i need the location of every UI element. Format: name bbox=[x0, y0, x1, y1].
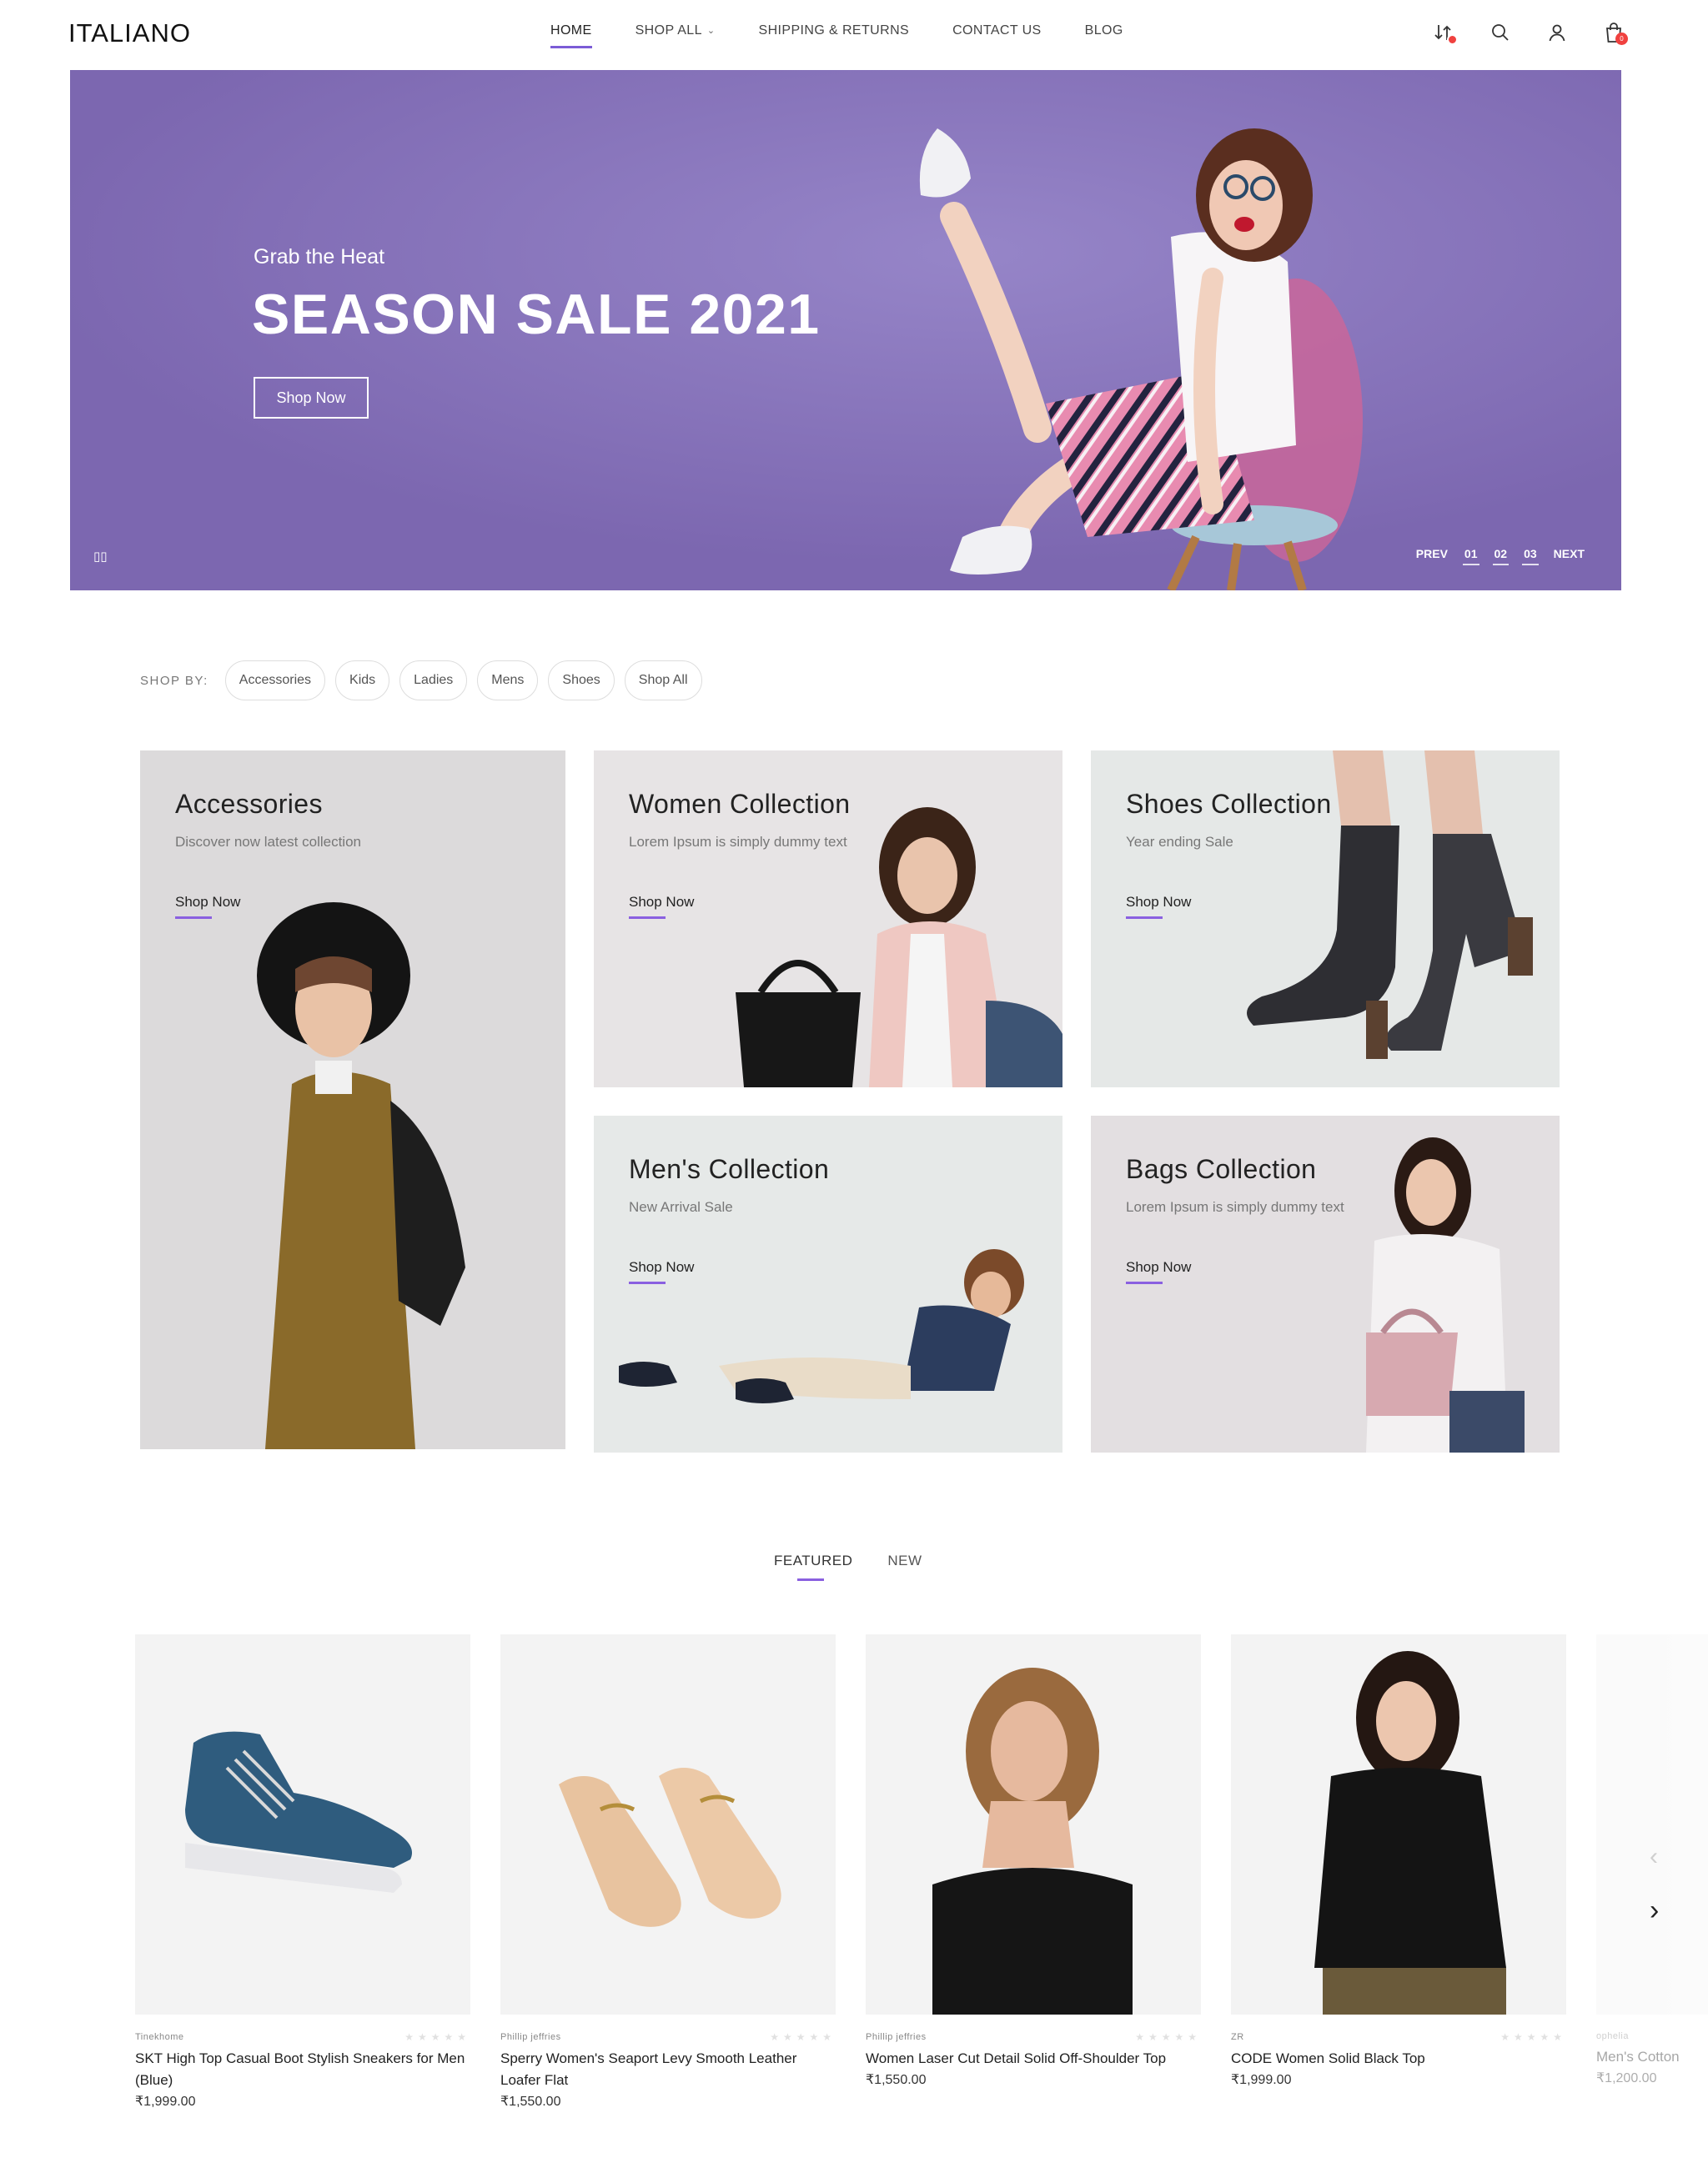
user-icon[interactable] bbox=[1543, 18, 1571, 47]
product-card[interactable]: ZR ★★★★★ CODE Women Solid Black Top ₹1,99… bbox=[1231, 1634, 1566, 2088]
nav-contact-us[interactable]: CONTACT US bbox=[952, 23, 1042, 48]
rating-stars: ★★★★★ bbox=[1135, 2031, 1201, 2043]
hero-page-2[interactable]: 02 bbox=[1492, 547, 1509, 565]
chip-shop-all[interactable]: Shop All bbox=[624, 660, 702, 700]
collection-title: Shoes Collection bbox=[1126, 789, 1332, 819]
product-price: ₹1,999.00 bbox=[135, 2095, 196, 2109]
product-image[interactable] bbox=[500, 1634, 836, 2015]
rating-stars: ★★★★★ bbox=[404, 2031, 470, 2043]
product-tabs: FEATURED NEW bbox=[774, 1553, 922, 1581]
cart-badge: 0 bbox=[1615, 33, 1628, 45]
chevron-down-icon: ⌄ bbox=[706, 26, 716, 36]
black-top-image bbox=[1314, 1651, 1506, 2015]
hero-shop-now-button[interactable]: Shop Now bbox=[254, 377, 369, 419]
collection-shop-now-link[interactable]: Shop Now bbox=[175, 894, 240, 919]
collection-card-accessories[interactable]: Accessories Discover now latest collecti… bbox=[140, 750, 565, 1449]
product-brand: Tinekhome bbox=[135, 2032, 184, 2042]
collection-card-shoes[interactable]: Shoes Collection Year ending Sale Shop N… bbox=[1091, 750, 1560, 1087]
product-name[interactable]: Women Laser Cut Detail Solid Off-Shoulde… bbox=[866, 2048, 1201, 2070]
product-image[interactable] bbox=[866, 1634, 1201, 2015]
collection-title: Women Collection bbox=[629, 789, 851, 819]
compare-icon[interactable] bbox=[1429, 18, 1458, 47]
shop-by-label: SHOP BY: bbox=[140, 673, 208, 688]
product-card[interactable]: Phillip jeffries ★★★★★ Women Laser Cut De… bbox=[866, 1634, 1201, 2088]
rating-stars: ★★★★★ bbox=[770, 2031, 836, 2043]
product-price: ₹1,550.00 bbox=[500, 2095, 561, 2109]
hero-title: SEASON SALE 2021 bbox=[252, 283, 821, 346]
product-price: ₹1,200.00 bbox=[1596, 2071, 1657, 2085]
collection-shop-now-link[interactable]: Shop Now bbox=[1126, 1259, 1191, 1284]
rating-stars: ★★★★★ bbox=[1500, 2031, 1566, 2043]
product-brand: ZR bbox=[1231, 2032, 1244, 2042]
tab-new[interactable]: NEW bbox=[887, 1553, 922, 1581]
product-card[interactable]: Phillip jeffries ★★★★★ Sperry Women's Sea… bbox=[500, 1634, 836, 2110]
collection-title: Bags Collection bbox=[1126, 1154, 1317, 1184]
chip-kids[interactable]: Kids bbox=[335, 660, 390, 700]
collection-subtitle: New Arrival Sale bbox=[629, 1199, 733, 1215]
collection-card-men[interactable]: Men's Collection New Arrival Sale Shop N… bbox=[594, 1116, 1062, 1453]
product-price: ₹1,550.00 bbox=[866, 2073, 927, 2087]
site-header: ITALIANO HOME SHOP ALL ⌄ SHIPPING & RETUR… bbox=[0, 0, 1708, 70]
product-image[interactable] bbox=[1596, 1634, 1708, 2015]
off-shoulder-top-image bbox=[932, 1668, 1133, 2015]
collection-shop-now-link[interactable]: Shop Now bbox=[629, 1259, 694, 1284]
chip-ladies[interactable]: Ladies bbox=[399, 660, 468, 700]
site-logo[interactable]: ITALIANO bbox=[68, 18, 191, 48]
collection-subtitle: Lorem Ipsum is simply dummy text bbox=[1126, 1199, 1344, 1215]
nav-home[interactable]: HOME bbox=[550, 23, 592, 48]
product-name[interactable]: CODE Women Solid Black Top bbox=[1231, 2048, 1566, 2070]
chip-shoes[interactable]: Shoes bbox=[548, 660, 615, 700]
header-icons: 0 bbox=[1429, 18, 1628, 47]
collection-subtitle: Year ending Sale bbox=[1126, 834, 1233, 850]
tab-featured[interactable]: FEATURED bbox=[774, 1553, 852, 1581]
shop-by-bar: SHOP BY: Accessories Kids Ladies Mens Sh… bbox=[140, 660, 702, 700]
product-price: ₹1,999.00 bbox=[1231, 2073, 1292, 2087]
collection-subtitle: Discover now latest collection bbox=[175, 834, 361, 850]
chip-mens[interactable]: Mens bbox=[477, 660, 539, 700]
nav-blog[interactable]: BLOG bbox=[1085, 23, 1123, 48]
product-brand: Phillip jeffries bbox=[866, 2032, 927, 2042]
product-name[interactable]: Sperry Women's Seaport Levy Smooth Leath… bbox=[500, 2048, 836, 2091]
product-image[interactable] bbox=[1231, 1634, 1566, 2015]
nav-shop-all[interactable]: SHOP ALL ⌄ bbox=[635, 23, 716, 48]
collection-shop-now-link[interactable]: Shop Now bbox=[1126, 894, 1191, 919]
collection-subtitle: Lorem Ipsum is simply dummy text bbox=[629, 834, 847, 850]
compare-badge bbox=[1447, 34, 1458, 45]
product-brand: ophelia bbox=[1596, 2031, 1629, 2041]
collection-title: Accessories bbox=[175, 789, 323, 819]
main-nav: HOME SHOP ALL ⌄ SHIPPING & RETURNS CONTAC… bbox=[550, 23, 1123, 48]
product-name[interactable]: SKT High Top Casual Boot Stylish Sneaker… bbox=[135, 2048, 470, 2091]
product-card[interactable]: Tinekhome ★★★★★ SKT High Top Casual Boot … bbox=[135, 1634, 470, 2110]
hero-next-button[interactable]: NEXT bbox=[1554, 547, 1585, 565]
product-image[interactable] bbox=[135, 1634, 470, 2015]
chip-accessories[interactable]: Accessories bbox=[224, 660, 326, 700]
carousel-next-icon[interactable]: › bbox=[1650, 1894, 1659, 1927]
accessories-model-image bbox=[257, 902, 465, 1449]
pause-icon[interactable]: ▯▯ bbox=[93, 549, 108, 564]
loafer-image bbox=[559, 1768, 781, 1927]
hero-pager: PREV 01 02 03 NEXT bbox=[1416, 547, 1585, 565]
hero-prev-button[interactable]: PREV bbox=[1416, 547, 1448, 565]
collection-shop-now-link[interactable]: Shop Now bbox=[629, 894, 694, 919]
carousel-prev-icon[interactable]: ‹ bbox=[1650, 1843, 1658, 1871]
hero-eyebrow: Grab the Heat bbox=[254, 245, 385, 268]
hero-slider: Grab the Heat SEASON SALE 2021 Shop Now … bbox=[70, 70, 1621, 590]
collection-card-women[interactable]: Women Collection Lorem Ipsum is simply d… bbox=[594, 750, 1062, 1087]
search-icon[interactable] bbox=[1486, 18, 1515, 47]
nav-shop-all-label: SHOP ALL bbox=[635, 23, 702, 38]
collection-card-bags[interactable]: Bags Collection Lorem Ipsum is simply du… bbox=[1091, 1116, 1560, 1453]
nav-shipping-returns[interactable]: SHIPPING & RETURNS bbox=[759, 23, 910, 48]
hero-page-3[interactable]: 03 bbox=[1522, 547, 1539, 565]
hero-page-1[interactable]: 01 bbox=[1462, 547, 1479, 565]
collection-title: Men's Collection bbox=[629, 1154, 830, 1184]
cart-icon[interactable]: 0 bbox=[1600, 18, 1628, 47]
product-brand: Phillip jeffries bbox=[500, 2032, 561, 2042]
product-name[interactable]: Men's Cotton bbox=[1596, 2046, 1708, 2068]
sneaker-image bbox=[185, 1731, 412, 1893]
